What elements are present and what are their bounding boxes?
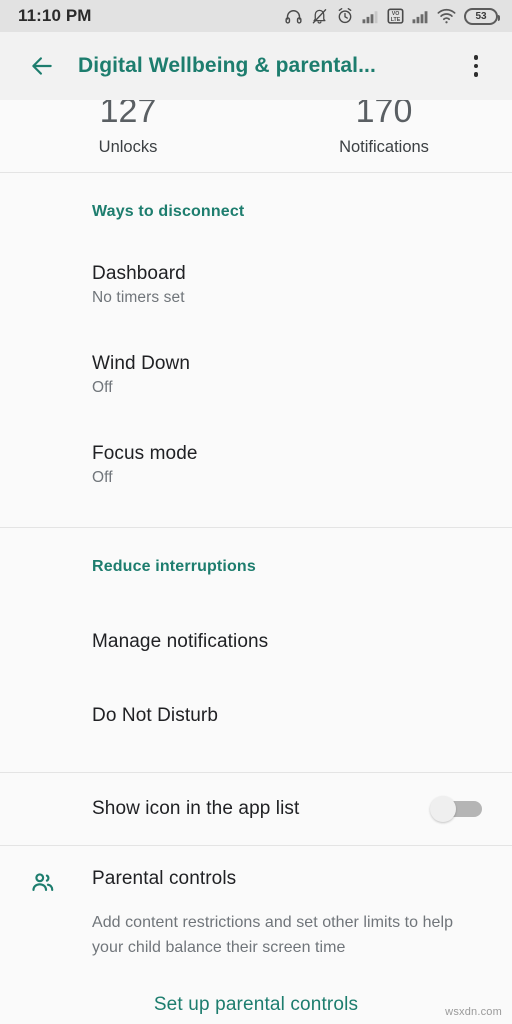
stat-unlocks-label: Unlocks — [98, 138, 158, 156]
watermark: wsxdn.com — [445, 1006, 502, 1018]
back-button[interactable] — [20, 44, 64, 88]
list-item-focus-mode-subtitle: Off — [92, 469, 113, 486]
parental-controls-cta-row: Set up parental controls — [0, 960, 512, 1016]
svg-text:LTE: LTE — [391, 17, 401, 23]
section-ways-to-disconnect: Ways to disconnect Dashboard No timers s… — [0, 173, 512, 489]
list-item-dashboard-title: Dashboard — [92, 263, 186, 284]
list-item-wind-down-title: Wind Down — [92, 353, 191, 374]
more-vertical-icon-dot-1 — [473, 55, 479, 60]
list-item-focus-mode[interactable]: Focus mode Off — [0, 441, 512, 489]
section-header-reduce-interruptions: Reduce interruptions — [92, 558, 256, 575]
stat-notifications-label: Notifications — [339, 138, 429, 156]
show-icon-label: Show icon in the app list — [92, 798, 300, 819]
more-vertical-icon-dot-2 — [473, 63, 479, 69]
status-bar-icons: VO LTE 53 — [284, 7, 500, 25]
alarm-icon — [338, 7, 352, 24]
headphones-icon — [285, 10, 302, 24]
status-bar: 11:10 PM VO LTE 53 — [0, 0, 512, 32]
list-item-focus-mode-title: Focus mode — [92, 443, 198, 464]
battery-level-label: 53 — [475, 10, 487, 22]
list-item-dashboard-subtitle: No timers set — [92, 289, 185, 306]
app-bar: Digital Wellbeing & parental... — [0, 32, 512, 100]
signal-weak-icon — [362, 10, 378, 23]
parental-controls-title: Parental controls — [92, 868, 237, 889]
list-item-manage-notifications-title: Manage notifications — [92, 631, 269, 652]
status-bar-clock: 11:10 PM — [18, 6, 92, 25]
parental-controls-header[interactable]: Parental controls — [0, 868, 512, 896]
more-vertical-icon-dot-3 — [473, 72, 479, 77]
overflow-menu-button[interactable] — [456, 44, 496, 88]
notifications-off-icon — [312, 9, 327, 24]
signal-strong-icon — [412, 10, 428, 23]
section-header-ways-to-disconnect: Ways to disconnect — [92, 203, 245, 220]
list-item-do-not-disturb-title: Do Not Disturb — [92, 705, 218, 726]
stat-unlocks: 127 Unlocks — [0, 94, 256, 172]
battery-icon: 53 — [464, 7, 500, 25]
people-icon — [28, 868, 68, 896]
stat-notifications: 170 Notifications — [256, 94, 512, 172]
arrow-left-icon — [32, 57, 52, 75]
list-item-wind-down-subtitle: Off — [92, 379, 113, 396]
set-up-parental-controls-link[interactable]: Set up parental controls — [154, 994, 358, 1016]
settings-scroll-container[interactable]: 127 Unlocks 170 Notifications Ways to di… — [0, 32, 512, 1024]
volte-icon: VO LTE — [387, 8, 404, 24]
row-show-icon-in-app-list[interactable]: Show icon in the app list — [0, 773, 512, 845]
parental-controls-description: Add content restrictions and set other l… — [92, 914, 454, 956]
list-item-dashboard[interactable]: Dashboard No timers set — [0, 261, 512, 309]
toggle-knob — [430, 796, 456, 822]
page-title: Digital Wellbeing & parental... — [78, 54, 376, 77]
wifi-icon — [437, 8, 456, 24]
section-parental-controls: Parental controls Add content restrictio… — [0, 846, 512, 1016]
list-item-do-not-disturb[interactable]: Do Not Disturb — [0, 692, 512, 740]
section-reduce-interruptions: Reduce interruptions Manage notification… — [0, 528, 512, 740]
list-item-manage-notifications[interactable]: Manage notifications — [0, 618, 512, 666]
phone-screen: 127 Unlocks 170 Notifications Ways to di… — [0, 0, 512, 1024]
list-item-wind-down[interactable]: Wind Down Off — [0, 351, 512, 399]
show-icon-toggle[interactable] — [430, 796, 482, 822]
